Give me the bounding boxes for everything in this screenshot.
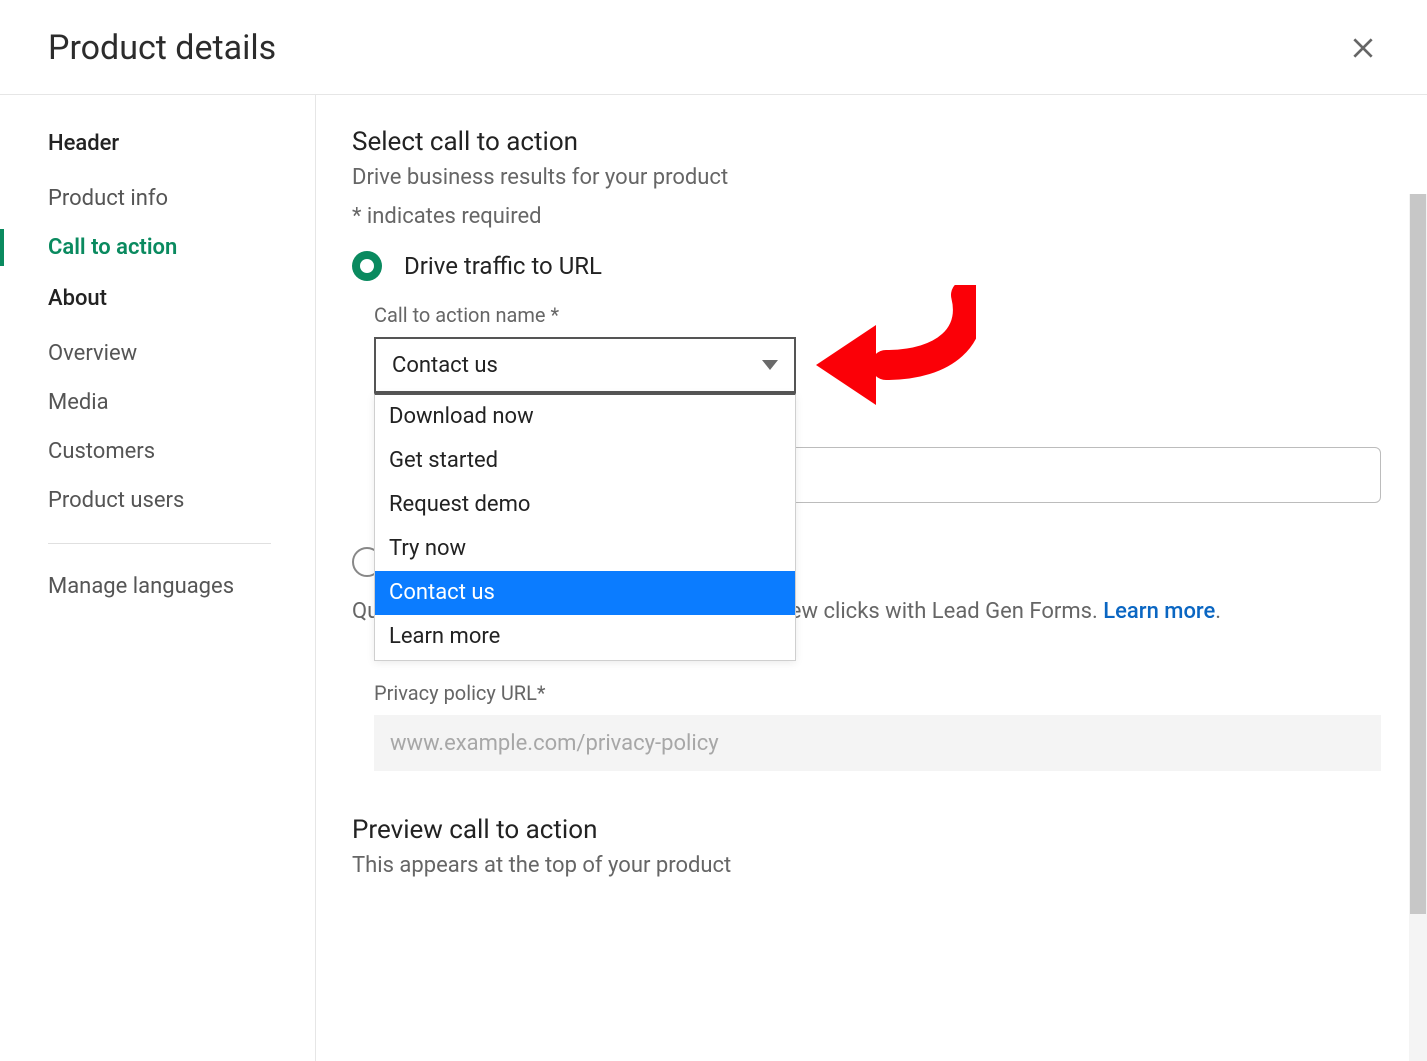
privacy-url-input[interactable]: www.example.com/privacy-policy <box>374 715 1381 771</box>
link-label: Learn more <box>1103 599 1215 624</box>
sidebar-item-product-info[interactable]: Product info <box>48 174 315 223</box>
close-button[interactable] <box>1343 28 1383 68</box>
cta-option-download-now[interactable]: Download now <box>375 395 795 439</box>
sidebar-item-label: Product users <box>48 488 184 513</box>
radio-label: Drive traffic to URL <box>404 252 602 280</box>
learn-more-link[interactable]: Learn more <box>1103 599 1215 624</box>
sidebar-group-header: Header <box>48 131 315 156</box>
sidebar-item-label: Call to action <box>48 235 177 260</box>
cta-option-request-demo[interactable]: Request demo <box>375 483 795 527</box>
required-indicator: * indicates required <box>352 204 1387 229</box>
privacy-url-placeholder: www.example.com/privacy-policy <box>390 731 719 756</box>
close-icon <box>1350 35 1376 61</box>
sidebar-item-label: Product info <box>48 186 168 211</box>
option-label: Download now <box>389 404 534 429</box>
preview-sub: This appears at the top of your product <box>352 853 731 878</box>
section-subheading: Drive business results for your product <box>352 165 1387 190</box>
section-heading: Select call to action <box>352 127 1387 157</box>
main-panel: Select call to action Drive business res… <box>316 95 1427 1061</box>
cta-selected-value: Contact us <box>392 353 498 378</box>
sidebar-item-label: Media <box>48 390 109 415</box>
sidebar-item-customers[interactable]: Customers <box>48 427 315 476</box>
scrollbar[interactable] <box>1409 194 1427 1061</box>
option-label: Contact us <box>389 580 495 605</box>
lead-gen-suffix: . <box>1215 599 1221 624</box>
sidebar-item-label: Overview <box>48 341 137 366</box>
cta-option-contact-us[interactable]: Contact us <box>375 571 795 615</box>
preview-heading: Preview call to action <box>352 815 731 845</box>
sidebar-group-about: About <box>48 286 315 311</box>
scroll-thumb[interactable] <box>1410 194 1426 914</box>
option-label: Get started <box>389 448 498 473</box>
sidebar: Header Product info Call to action About… <box>0 95 316 1061</box>
cta-option-try-now[interactable]: Try now <box>375 527 795 571</box>
sidebar-divider <box>48 543 271 544</box>
sidebar-item-product-users[interactable]: Product users <box>48 476 315 525</box>
sidebar-item-label: Customers <box>48 439 155 464</box>
radio-drive-traffic[interactable]: Drive traffic to URL <box>352 251 1387 281</box>
privacy-url-label: Privacy policy URL* <box>374 681 1381 705</box>
cta-name-select[interactable]: Contact us <box>374 337 796 393</box>
cta-option-get-started[interactable]: Get started <box>375 439 795 483</box>
option-label: Try now <box>389 536 466 561</box>
cta-name-dropdown: Download now Get started Request demo Tr… <box>374 393 796 661</box>
page-title: Product details <box>48 28 276 68</box>
sidebar-item-overview[interactable]: Overview <box>48 329 315 378</box>
sidebar-item-call-to-action[interactable]: Call to action <box>48 223 315 272</box>
sidebar-item-manage-languages[interactable]: Manage languages <box>48 562 315 611</box>
cta-option-learn-more[interactable]: Learn more <box>375 615 795 659</box>
sidebar-item-media[interactable]: Media <box>48 378 315 427</box>
chevron-down-icon <box>762 360 778 370</box>
radio-selected-icon <box>352 251 382 281</box>
sidebar-item-label: Manage languages <box>48 574 234 599</box>
option-label: Learn more <box>389 624 500 649</box>
cta-name-label: Call to action name * <box>374 303 1387 327</box>
option-label: Request demo <box>389 492 530 517</box>
